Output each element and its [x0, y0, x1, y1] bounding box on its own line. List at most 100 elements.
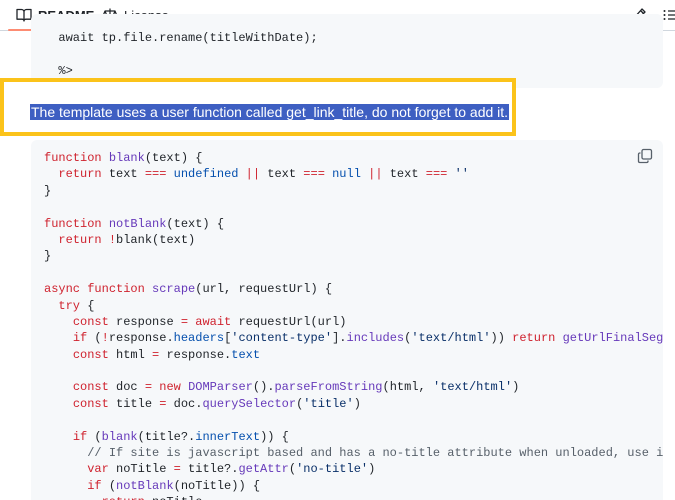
- code-token: (: [87, 429, 102, 444]
- code-token: function: [87, 282, 153, 297]
- code-line: await tp.file.rename(titleWithDate);: [44, 30, 317, 46]
- code-token: function: [44, 216, 109, 231]
- code-token: parseFromString: [274, 380, 383, 395]
- code-lines: function blank(text) { return text === u…: [44, 150, 663, 500]
- code-token: '': [454, 167, 469, 182]
- code-token: // If site is javascript based and has a…: [87, 446, 663, 461]
- code-line: async function scrape(url, requestUrl) {: [44, 281, 663, 297]
- code-token: }: [44, 183, 52, 198]
- code-token: querySelector: [202, 396, 297, 411]
- code-token: title: [108, 396, 160, 411]
- code-token: blank(text): [116, 232, 196, 247]
- code-token: response.: [108, 331, 174, 346]
- code-token: ||: [368, 167, 383, 182]
- code-token: 'content-type': [231, 331, 333, 346]
- code-token: 'no-title': [296, 462, 369, 477]
- code-token: return: [58, 232, 102, 247]
- code-token: getUrlFinalSegment: [562, 331, 663, 346]
- code-token: try: [58, 298, 81, 313]
- code-lines: await tp.file.rename(titleWithDate); %>: [44, 30, 318, 79]
- code-token: !: [108, 232, 117, 247]
- code-block-previous: await tp.file.rename(titleWithDate); %>: [31, 14, 663, 88]
- code-token: 'title': [303, 396, 354, 411]
- copy-button[interactable]: [637, 148, 653, 164]
- code-line: return text === undefined || text === nu…: [44, 166, 663, 182]
- code-token: const: [72, 347, 109, 362]
- code-token: return: [512, 331, 556, 346]
- code-token: if: [72, 429, 88, 444]
- code-token: const: [72, 314, 109, 329]
- code-token: text: [382, 167, 426, 182]
- code-token: html: [108, 347, 153, 362]
- code-token: await: [195, 314, 232, 329]
- code-token: noTitle: [108, 462, 174, 477]
- code-line: var noTitle = title?.getAttr('no-title'): [44, 461, 663, 477]
- code-token: =: [144, 380, 153, 395]
- selected-text[interactable]: The template uses a user function called…: [30, 104, 510, 120]
- code-token: (url, requestUrl) {: [195, 282, 333, 297]
- code-token: title?.: [180, 462, 239, 477]
- code-token: null: [332, 167, 361, 182]
- code-token: new: [159, 380, 181, 395]
- code-token: DOMParser: [188, 380, 253, 395]
- code-line: %>: [44, 63, 318, 79]
- code-token: {: [80, 298, 95, 313]
- code-line: const title = doc.querySelector('title'): [44, 396, 663, 412]
- code-token: (: [87, 331, 102, 346]
- code-line: }: [44, 183, 663, 199]
- code-token: if: [72, 331, 88, 346]
- code-token: doc.: [166, 396, 203, 411]
- code-token: 'text/html': [432, 380, 513, 395]
- code-token: getAttr: [238, 462, 289, 477]
- list-icon: [663, 10, 675, 20]
- code-token: const: [72, 396, 109, 411]
- code-block-user-function: function blank(text) { return text === u…: [31, 140, 663, 500]
- code-line: function notBlank(text) {: [44, 216, 663, 232]
- copy-icon: [637, 148, 653, 164]
- code-line: const response = await requestUrl(url): [44, 314, 663, 330]
- code-token: noTitle: [145, 495, 202, 500]
- code-line: if (!response.headers['content-type'].in…: [44, 330, 663, 346]
- code-token: headers: [173, 331, 225, 346]
- code-token: ): [353, 396, 361, 411]
- code-token: ): [512, 380, 520, 395]
- code-token: (noTitle)) {: [173, 478, 261, 493]
- code-token: return: [102, 495, 145, 500]
- code-token: )): [490, 331, 513, 346]
- code-token: ().: [252, 380, 275, 395]
- code-token: doc: [108, 380, 145, 395]
- code-token: response: [108, 314, 181, 329]
- code-token: return: [58, 167, 102, 182]
- code-token: ): [368, 462, 376, 477]
- code-token: =: [173, 462, 181, 477]
- code-line: function blank(text) {: [44, 150, 663, 166]
- code-token: %>: [44, 63, 73, 78]
- code-token: includes: [346, 331, 405, 346]
- code-token: response.: [159, 347, 232, 362]
- code-token: notBlank: [108, 216, 167, 231]
- code-token: var: [87, 462, 109, 477]
- code-line: // If site is javascript based and has a…: [44, 445, 663, 461]
- code-token: )) {: [260, 429, 289, 444]
- code-token: requestUrl(url): [231, 314, 347, 329]
- code-line: const doc = new DOMParser().parseFromStr…: [44, 379, 663, 395]
- code-token: undefined: [173, 167, 239, 182]
- code-token: async: [44, 282, 88, 297]
- code-token: }: [44, 249, 52, 264]
- code-token: if: [87, 478, 102, 493]
- code-token: blank: [101, 429, 138, 444]
- code-token: ===: [303, 167, 325, 182]
